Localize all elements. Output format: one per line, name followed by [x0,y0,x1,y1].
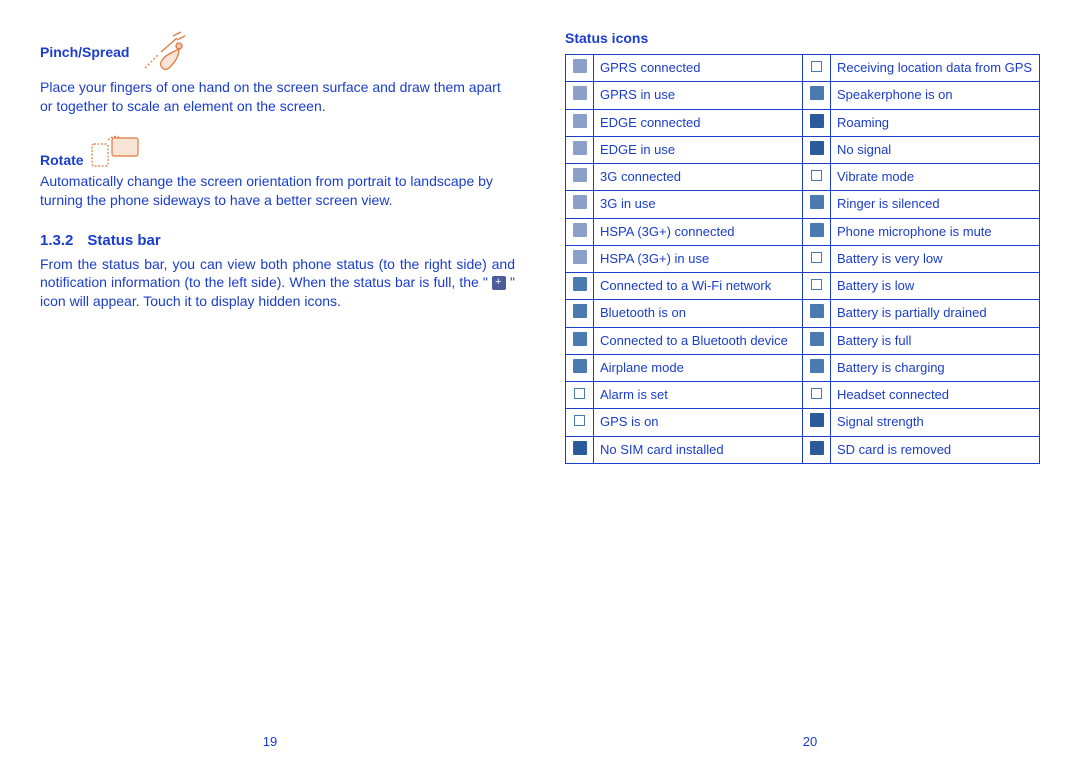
right-page: Status icons GPRS connected Receiving loc… [540,0,1080,767]
3g-connected-icon [566,164,594,191]
status-label: Battery is very low [831,245,1040,272]
status-label: Headset connected [831,382,1040,409]
table-row: EDGE in use No signal [566,136,1040,163]
page-number-left: 19 [263,734,277,749]
status-label: Signal strength [831,409,1040,436]
status-label: GPRS connected [594,55,803,82]
wifi-icon [566,273,594,300]
hspa-inuse-icon [566,245,594,272]
no-signal-icon [803,136,831,163]
alarm-icon [566,382,594,409]
gps-on-icon [566,409,594,436]
table-row: No SIM card installed SD card is removed [566,436,1040,463]
status-label: Bluetooth is on [594,300,803,327]
table-row: GPRS connected Receiving location data fr… [566,55,1040,82]
status-label: Vibrate mode [831,164,1040,191]
table-row: Airplane mode Battery is charging [566,354,1040,381]
pinch-gesture-icon [139,30,191,74]
status-label: No SIM card installed [594,436,803,463]
status-label: Phone microphone is mute [831,218,1040,245]
overflow-plus-icon [492,276,506,290]
signal-icon [803,409,831,436]
ringer-silenced-icon [803,191,831,218]
battery-low-icon [803,273,831,300]
pinch-body-text: Place your fingers of one hand on the sc… [40,78,515,116]
airplane-icon [566,354,594,381]
status-label: HSPA (3G+) in use [594,245,803,272]
status-icons-table: GPRS connected Receiving location data fr… [565,54,1040,464]
mic-mute-icon [803,218,831,245]
page-number-right: 20 [803,734,817,749]
status-label: GPS is on [594,409,803,436]
rotate-gesture-icon [90,134,142,168]
status-icons-heading: Status icons [565,30,1040,46]
status-label: Ringer is silenced [831,191,1040,218]
status-label: 3G in use [594,191,803,218]
gprs-connected-icon [566,55,594,82]
battery-charging-icon [803,354,831,381]
gps-receiving-icon [803,55,831,82]
status-label: Alarm is set [594,382,803,409]
table-row: 3G in use Ringer is silenced [566,191,1040,218]
status-label: GPRS in use [594,82,803,109]
status-label: EDGE connected [594,109,803,136]
no-sim-icon [566,436,594,463]
hspa-connected-icon [566,218,594,245]
table-row: Bluetooth is on Battery is partially drai… [566,300,1040,327]
table-row: GPRS in use Speakerphone is on [566,82,1040,109]
status-label: Battery is low [831,273,1040,300]
statusbar-body-a: From the status bar, you can view both p… [40,256,515,291]
status-label: 3G connected [594,164,803,191]
status-label: Connected to a Wi-Fi network [594,273,803,300]
status-label: Connected to a Bluetooth device [594,327,803,354]
status-label: Receiving location data from GPS [831,55,1040,82]
table-row: GPS is on Signal strength [566,409,1040,436]
table-row: Alarm is set Headset connected [566,382,1040,409]
edge-inuse-icon [566,136,594,163]
rotate-body-text: Automatically change the screen orientat… [40,172,515,210]
status-label: Airplane mode [594,354,803,381]
status-label: Battery is charging [831,354,1040,381]
table-row: HSPA (3G+) in use Battery is very low [566,245,1040,272]
vibrate-icon [803,164,831,191]
table-row: EDGE connected Roaming [566,109,1040,136]
pinch-spread-heading: Pinch/Spread [40,44,129,60]
headset-icon [803,382,831,409]
table-row: Connected to a Bluetooth device Battery i… [566,327,1040,354]
section-heading: 1.3.2 Status bar [40,232,515,249]
status-label: Roaming [831,109,1040,136]
status-label: SD card is removed [831,436,1040,463]
section-number: 1.3.2 [40,232,73,249]
rotate-heading: Rotate [40,152,84,168]
speakerphone-icon [803,82,831,109]
status-label: EDGE in use [594,136,803,163]
table-row: 3G connected Vibrate mode [566,164,1040,191]
battery-verylow-icon [803,245,831,272]
section-title: Status bar [87,232,160,249]
status-label: Speakerphone is on [831,82,1040,109]
table-row: Connected to a Wi-Fi network Battery is l… [566,273,1040,300]
battery-full-icon [803,327,831,354]
left-page: Pinch/Spread Place your fingers of one h… [0,0,540,767]
3g-inuse-icon [566,191,594,218]
battery-partial-icon [803,300,831,327]
status-label: HSPA (3G+) connected [594,218,803,245]
bluetooth-icon [566,300,594,327]
status-label: No signal [831,136,1040,163]
status-label: Battery is partially drained [831,300,1040,327]
table-row: HSPA (3G+) connected Phone microphone is … [566,218,1040,245]
gprs-inuse-icon [566,82,594,109]
status-label: Battery is full [831,327,1040,354]
roaming-icon [803,109,831,136]
statusbar-body: From the status bar, you can view both p… [40,255,515,312]
edge-connected-icon [566,109,594,136]
bluetooth-connected-icon [566,327,594,354]
sd-removed-icon [803,436,831,463]
